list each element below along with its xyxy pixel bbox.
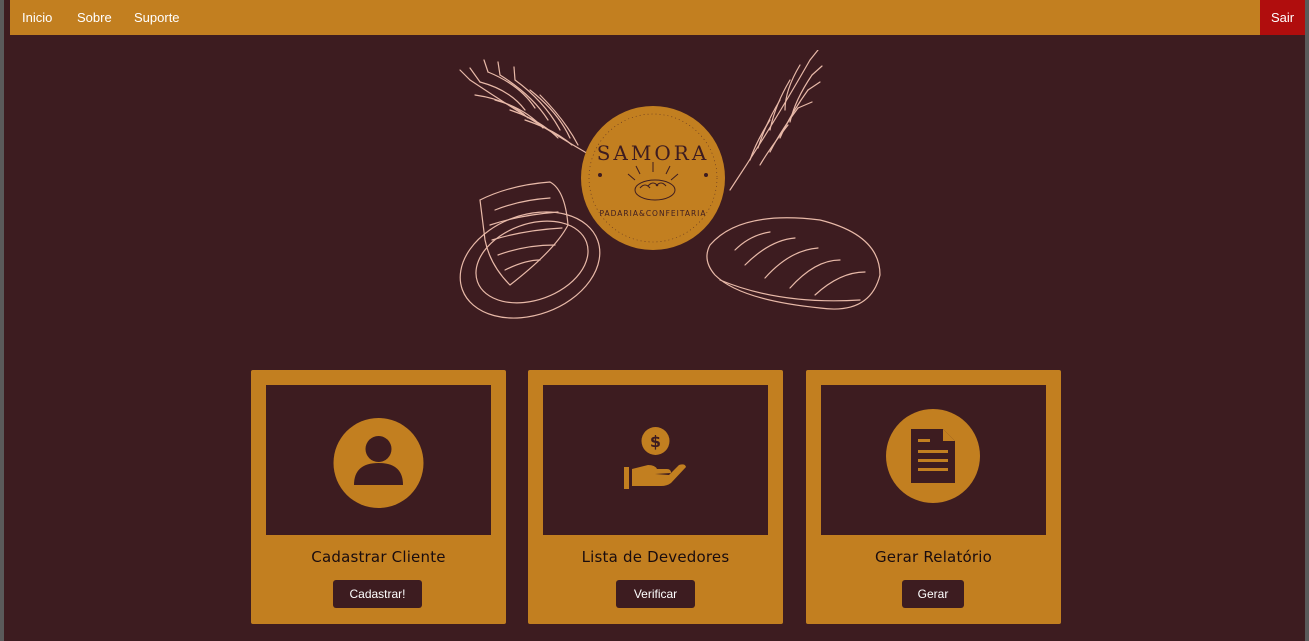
card-title: Lista de Devedores bbox=[581, 548, 730, 566]
hand-money-icon: $ bbox=[624, 427, 686, 489]
cadastrar-button[interactable]: Cadastrar! bbox=[333, 580, 422, 608]
document-icon bbox=[886, 409, 980, 503]
gerar-button[interactable]: Gerar bbox=[902, 580, 964, 608]
card-lista-devedores: $ Lista de Devedores Verificar bbox=[528, 370, 783, 624]
brand-seal: SAMORA PADARIA&CONFEITARIA bbox=[581, 106, 725, 250]
bread-loaf-icon bbox=[706, 217, 881, 310]
card-gerar-relatorio: Gerar Relatório Gerar bbox=[806, 370, 1061, 624]
navbar: Inicio Sobre Suporte Sair bbox=[10, 0, 1305, 35]
brand-name: SAMORA bbox=[597, 141, 710, 165]
svg-text:$: $ bbox=[650, 432, 661, 451]
nav-link-inicio[interactable]: Inicio bbox=[22, 0, 52, 35]
card-title: Cadastrar Cliente bbox=[311, 548, 446, 566]
verificar-button[interactable]: Verificar bbox=[616, 580, 695, 608]
left-wheat-icon bbox=[459, 59, 591, 156]
card-image bbox=[266, 385, 491, 535]
nav-link-suporte[interactable]: Suporte bbox=[134, 0, 180, 35]
card-cadastrar-cliente: Cadastrar Cliente Cadastrar! bbox=[251, 370, 506, 624]
card-title: Gerar Relatório bbox=[874, 548, 993, 566]
logout-button[interactable]: Sair bbox=[1260, 0, 1305, 35]
card-image bbox=[821, 385, 1046, 535]
nav-link-sobre[interactable]: Sobre bbox=[77, 0, 112, 35]
right-wheat-icon bbox=[729, 50, 823, 191]
brand-subtitle: PADARIA&CONFEITARIA bbox=[599, 209, 706, 218]
user-icon bbox=[333, 418, 424, 508]
page: Inicio Sobre Suporte Sair SAMORA PADARIA… bbox=[4, 0, 1305, 641]
bakery-logo: SAMORA PADARIA&CONFEITARIA bbox=[459, 50, 881, 319]
card-image: $ bbox=[543, 385, 768, 535]
